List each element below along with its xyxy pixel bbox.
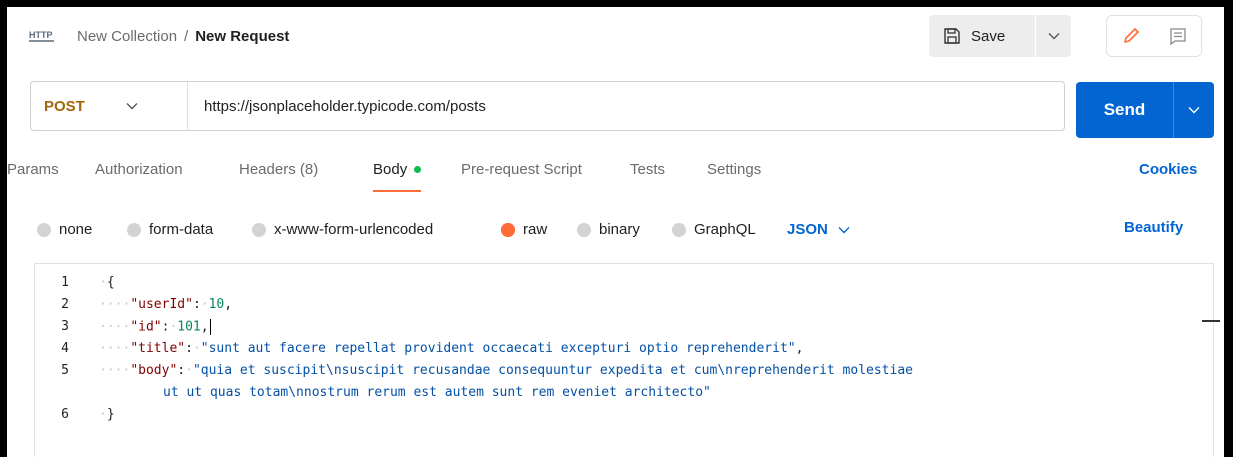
edit-mode-button[interactable] — [1112, 20, 1150, 52]
body-type-none-label: none — [59, 221, 93, 238]
chevron-down-icon — [126, 103, 138, 110]
line-number: 4 — [61, 341, 69, 356]
line-number: 2 — [61, 297, 69, 312]
code-line-4: ····"title":·"sunt aut facere repellat p… — [99, 341, 804, 356]
json-string: "sunt aut facere repellat provident occa… — [200, 341, 796, 356]
send-options-button[interactable] — [1174, 82, 1214, 138]
code-line-5: ····"body":·"quia et suscipit\nsuscipit … — [99, 363, 913, 378]
request-tabs: Params Authorization Headers (8) Body Pr… — [7, 161, 1224, 192]
url-input[interactable] — [188, 82, 1064, 130]
format-select[interactable]: JSON — [787, 221, 850, 238]
url-bar: POST — [30, 81, 1065, 131]
tab-body[interactable]: Body — [373, 161, 422, 192]
body-status-dot — [414, 165, 422, 173]
code-line-6: ·} — [99, 407, 115, 422]
pencil-icon — [1123, 28, 1139, 43]
body-type-raw[interactable]: raw — [501, 221, 547, 238]
code-line-2: ····"userId":·10, — [99, 297, 233, 312]
save-label: Save — [971, 27, 1006, 45]
body-type-binary[interactable]: binary — [577, 221, 640, 238]
view-mode-toggle — [1106, 15, 1202, 57]
chevron-down-icon — [1048, 33, 1059, 40]
documentation-button[interactable] — [1159, 20, 1197, 52]
radio-graphql[interactable] — [672, 222, 686, 237]
postman-request-panel: HTTP New Collection / New Request Save P… — [7, 7, 1224, 457]
chevron-down-icon — [838, 226, 850, 233]
line-number: 6 — [61, 407, 69, 422]
body-type-graphql-label: GraphQL — [694, 221, 756, 238]
send-button-group: Send — [1076, 82, 1214, 138]
line-number: 3 — [61, 319, 69, 334]
body-type-raw-label: raw — [523, 221, 548, 238]
scrollbar-marker[interactable] — [1202, 320, 1220, 322]
tab-tests[interactable]: Tests — [630, 161, 665, 178]
beautify-button[interactable]: Beautify — [1124, 219, 1183, 236]
method-select[interactable]: POST — [31, 82, 188, 130]
send-button[interactable]: Send — [1076, 82, 1173, 138]
body-type-binary-label: binary — [599, 221, 640, 238]
tab-headers[interactable]: Headers (8) — [239, 161, 318, 178]
line-number: 1 — [61, 275, 69, 290]
breadcrumb: New Collection / New Request — [77, 28, 289, 45]
chevron-down-icon — [1188, 107, 1200, 114]
json-number: 10 — [208, 297, 225, 312]
code-editor[interactable]: 1 2 3 4 5 6 ·{ ····"userId":·10, ····"id… — [34, 263, 1220, 457]
code-line-3: ····"id":·101, — [99, 319, 211, 335]
line-number: 5 — [61, 363, 69, 378]
json-key: "body" — [130, 363, 178, 378]
body-type-form-data[interactable]: form-data — [127, 221, 213, 238]
tab-settings[interactable]: Settings — [707, 161, 761, 178]
save-button-group: Save — [929, 15, 1071, 57]
json-key: "userId" — [130, 297, 193, 312]
radio-raw[interactable] — [501, 222, 515, 237]
tab-params[interactable]: Params — [7, 161, 59, 178]
open-brace: { — [106, 275, 115, 290]
body-type-selector: none form-data x-www-form-urlencoded raw… — [7, 209, 1224, 249]
text-cursor — [209, 319, 211, 335]
tab-body-label: Body — [373, 161, 408, 178]
body-type-none[interactable]: none — [37, 221, 92, 238]
radio-form-data[interactable] — [127, 222, 141, 237]
json-string: "quia et suscipit\nsuscipit recusandae c… — [192, 363, 913, 378]
save-button[interactable]: Save — [929, 15, 1035, 57]
svg-text:HTTP: HTTP — [29, 30, 53, 40]
save-options-button[interactable] — [1036, 15, 1071, 57]
tab-pre-request-script[interactable]: Pre-request Script — [461, 161, 582, 178]
body-type-urlencoded-label: x-www-form-urlencoded — [274, 221, 434, 238]
json-key: "id" — [130, 319, 162, 335]
radio-binary[interactable] — [577, 222, 591, 237]
close-brace: } — [106, 407, 115, 422]
body-type-urlencoded[interactable]: x-www-form-urlencoded — [252, 221, 433, 238]
cookies-link[interactable]: Cookies — [1139, 161, 1197, 178]
radio-none[interactable] — [37, 222, 51, 237]
breadcrumb-request-name[interactable]: New Request — [195, 28, 289, 45]
code-line-5-wrap: ut ut quas totam\nnostrum rerum est aute… — [163, 385, 711, 400]
comment-icon — [1169, 28, 1186, 45]
json-number: 101 — [177, 319, 201, 335]
request-header: HTTP New Collection / New Request Save — [7, 7, 1224, 69]
save-icon — [944, 28, 960, 44]
code-line-1: ·{ — [99, 275, 115, 290]
body-type-graphql[interactable]: GraphQL — [672, 221, 756, 238]
body-type-form-data-label: form-data — [149, 221, 214, 238]
radio-urlencoded[interactable] — [252, 222, 266, 237]
json-key: "title" — [130, 341, 186, 356]
format-label: JSON — [787, 221, 828, 238]
tab-authorization[interactable]: Authorization — [95, 161, 183, 178]
method-label: POST — [44, 97, 85, 115]
breadcrumb-collection[interactable]: New Collection — [77, 28, 177, 45]
http-icon: HTTP — [29, 30, 54, 42]
json-string-continued: ut ut quas totam\nnostrum rerum est aute… — [163, 385, 711, 400]
breadcrumb-separator: / — [184, 28, 189, 45]
